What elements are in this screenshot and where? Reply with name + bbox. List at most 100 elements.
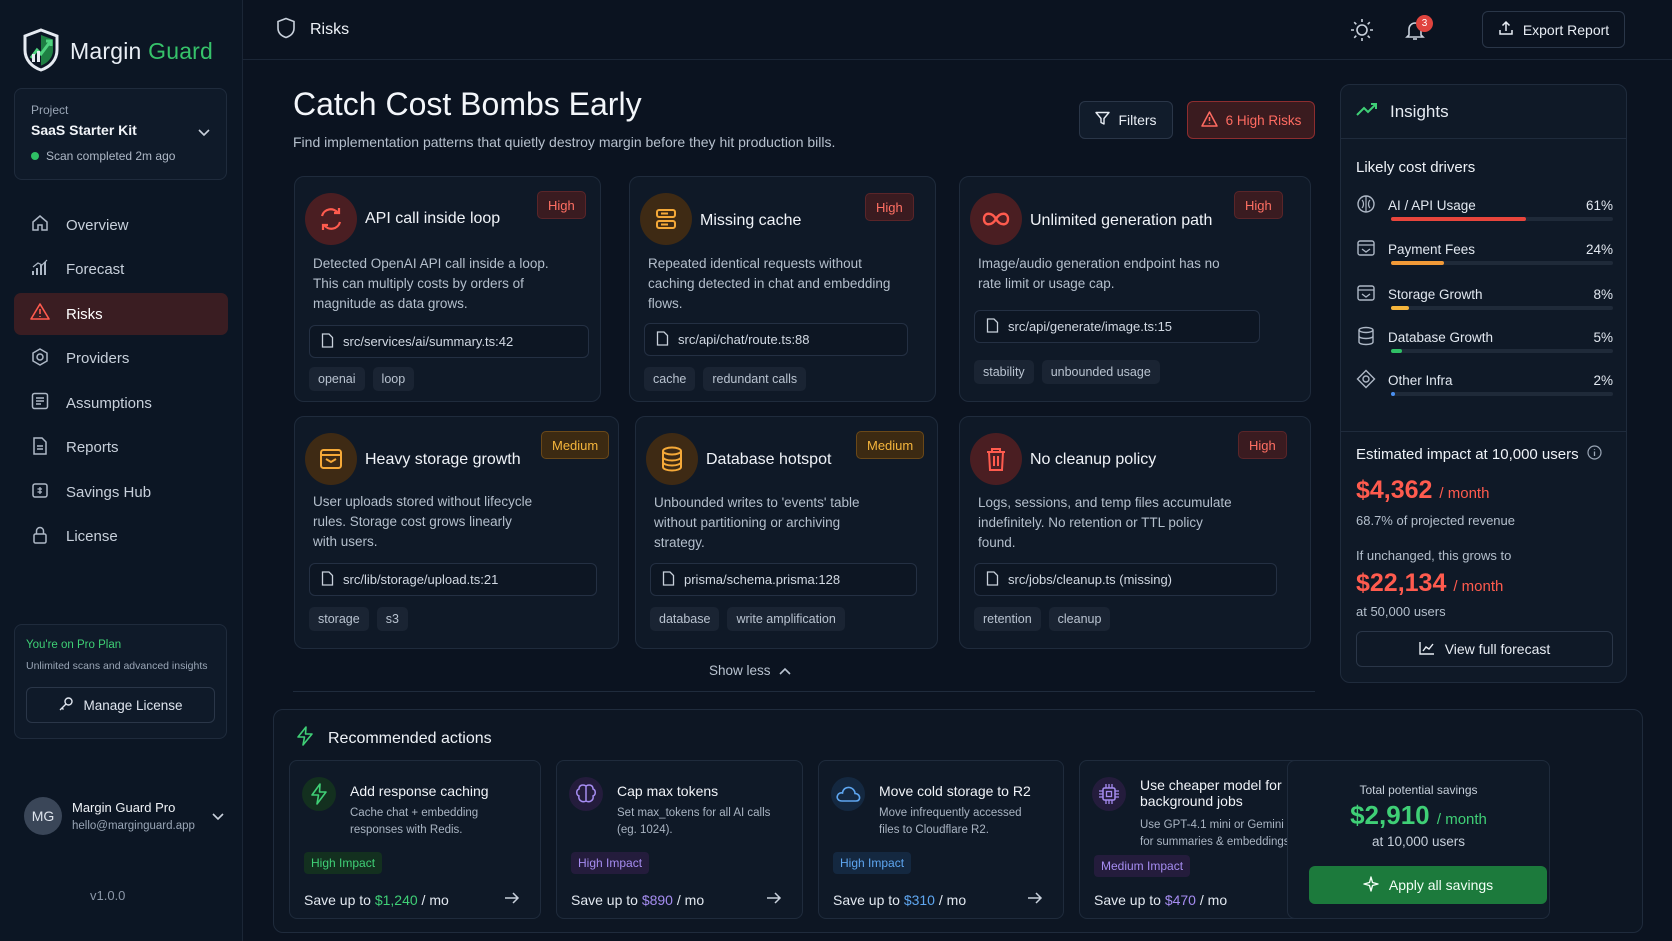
- file-reference[interactable]: src/jobs/cleanup.ts (missing): [974, 563, 1277, 596]
- file-reference[interactable]: src/lib/storage/upload.ts:21: [309, 563, 597, 596]
- file-path: src/api/generate/image.ts:15: [1008, 319, 1173, 334]
- arrow-right-icon[interactable]: [766, 891, 782, 908]
- avatar: MG: [24, 797, 62, 835]
- warning-icon: [1200, 110, 1218, 130]
- file-reference[interactable]: src/services/ai/summary.ts:42: [309, 325, 589, 358]
- info-icon[interactable]: [1587, 445, 1602, 464]
- card-icon: [1356, 238, 1376, 261]
- lock-icon: [30, 525, 50, 549]
- user-menu[interactable]: MG Margin Guard Pro hello@marginguard.ap…: [24, 797, 224, 835]
- file-reference[interactable]: src/api/chat/route.ts:88: [644, 323, 908, 356]
- risk-card-missing-cache[interactable]: Missing cache High Repeated identical re…: [629, 176, 936, 402]
- brand-name: Margin Guard: [70, 37, 214, 64]
- bar-chart-icon: [30, 258, 50, 282]
- risk-tags: storage s3: [309, 607, 408, 631]
- project-selector[interactable]: Project SaaS Starter Kit Scan completed …: [14, 88, 227, 180]
- nav-label: License: [66, 528, 118, 545]
- project-label: Project: [31, 103, 69, 117]
- nav-item-risks[interactable]: Risks: [14, 293, 228, 335]
- nav-item-providers[interactable]: Providers: [14, 338, 228, 380]
- driver-percent: 61%: [1585, 198, 1613, 213]
- arrow-right-icon[interactable]: [504, 891, 520, 908]
- risk-card-no-cleanup[interactable]: No cleanup policy High Logs, sessions, a…: [959, 416, 1311, 649]
- savings-estimate: Save up to $1,240 / mo: [304, 892, 449, 908]
- show-less-toggle[interactable]: Show less: [709, 663, 791, 678]
- providers-icon: [30, 347, 50, 371]
- scan-status: Scan completed 2m ago: [31, 149, 210, 163]
- view-full-forecast-button[interactable]: View full forecast: [1356, 631, 1613, 667]
- tag-chip: database: [650, 607, 720, 631]
- file-path: src/services/ai/summary.ts:42: [343, 334, 514, 349]
- impact-amount: $4,362: [1356, 476, 1433, 504]
- action-title: Move cold storage to R2: [879, 783, 1031, 799]
- growth-label: If unchanged, this grows to: [1356, 548, 1512, 563]
- risk-card-unlimited-generation[interactable]: Unlimited generation path High Image/aud…: [959, 176, 1311, 402]
- risk-description: Unbounded writes to 'events' table withou…: [654, 495, 860, 550]
- export-report-button[interactable]: Export Report: [1482, 11, 1625, 48]
- risk-card-api-loop[interactable]: API call inside loop High Detected OpenA…: [294, 176, 601, 402]
- cost-driver-payment-fees[interactable]: Payment Fees 24%: [1356, 238, 1613, 265]
- top-bar: Risks 3 Export Report: [243, 0, 1672, 60]
- action-description: Cache chat + embedding responses with Red…: [350, 807, 479, 836]
- file-reference[interactable]: prisma/schema.prisma:128: [650, 563, 917, 596]
- plan-subtitle: Unlimited scans and advanced insights: [26, 660, 208, 672]
- database-icon: [646, 433, 698, 485]
- action-title: Use cheaper model for background jobs: [1140, 777, 1282, 809]
- refresh-loop-icon: [305, 193, 357, 245]
- main-nav: Overview Forecast Risks Providers Assump…: [0, 204, 242, 558]
- lightning-icon: [302, 777, 336, 811]
- brand-logo[interactable]: Margin Guard: [0, 0, 242, 84]
- total-savings-unit: / month: [1436, 811, 1487, 828]
- total-savings-card: Total potential savings $2,910 / month a…: [1287, 760, 1550, 919]
- nav-item-reports[interactable]: Reports: [14, 427, 228, 469]
- risk-title: Database hotspot: [706, 451, 832, 468]
- file-icon: [986, 570, 999, 589]
- risk-card-database-hotspot[interactable]: Database hotspot Medium Unbounded writes…: [635, 416, 938, 649]
- apply-all-savings-button[interactable]: Apply all savings: [1309, 866, 1547, 904]
- file-path: src/jobs/cleanup.ts (missing): [1008, 572, 1172, 587]
- cost-driver-storage-growth[interactable]: Storage Growth 8%: [1356, 283, 1613, 310]
- theme-toggle-sun-icon[interactable]: [1350, 18, 1374, 45]
- database-icon: [1356, 326, 1376, 349]
- file-icon: [662, 570, 675, 589]
- arrow-right-icon[interactable]: [1027, 891, 1043, 908]
- driver-percent: 5%: [1593, 330, 1613, 345]
- manage-license-button[interactable]: Manage License: [26, 687, 215, 723]
- filters-button[interactable]: Filters: [1079, 101, 1173, 139]
- nav-label: Reports: [66, 439, 119, 456]
- sidebar: Margin Guard Project SaaS Starter Kit Sc…: [0, 0, 243, 941]
- action-description: Set max_tokens for all AI calls (eg. 1024…: [617, 807, 771, 836]
- nav-item-savings-hub[interactable]: Savings Hub: [14, 471, 228, 513]
- view-full-forecast-label: View full forecast: [1444, 641, 1551, 657]
- savings-icon: [30, 480, 50, 504]
- risk-card-heavy-storage[interactable]: Heavy storage growth Medium User uploads…: [294, 416, 619, 649]
- driver-percent: 24%: [1585, 242, 1613, 257]
- driver-bar-fill: [1391, 392, 1396, 396]
- file-reference[interactable]: src/api/generate/image.ts:15: [974, 310, 1260, 343]
- cost-driver-database-growth[interactable]: Database Growth 5%: [1356, 326, 1613, 353]
- cost-driver-other-infra[interactable]: Other Infra 2%: [1356, 369, 1613, 396]
- risk-title: API call inside loop: [365, 210, 501, 227]
- key-icon: [58, 696, 74, 715]
- action-card-cap-max-tokens[interactable]: Cap max tokens Set max_tokens for all AI…: [556, 760, 803, 919]
- recommended-actions-panel: Recommended actions Add response caching…: [273, 709, 1643, 933]
- nav-item-forecast[interactable]: Forecast: [14, 249, 228, 291]
- action-card-response-caching[interactable]: Add response caching Cache chat + embedd…: [289, 760, 541, 919]
- export-report-label: Export Report: [1522, 21, 1610, 38]
- file-path: prisma/schema.prisma:128: [684, 572, 841, 587]
- nav-item-assumptions[interactable]: Assumptions: [14, 382, 228, 424]
- risk-description: Repeated identical requests without cachi…: [648, 256, 891, 311]
- high-risks-button[interactable]: 6 High Risks: [1187, 101, 1315, 139]
- page-title: Catch Cost Bombs Early: [293, 86, 642, 122]
- nav-item-license[interactable]: License: [14, 516, 228, 558]
- driver-label: Database Growth: [1388, 330, 1494, 345]
- tag-chip: unbounded usage: [1041, 360, 1160, 384]
- insights-panel: Insights Likely cost drivers AI / API Us…: [1340, 84, 1627, 683]
- driver-bar: [1391, 217, 1613, 221]
- driver-label: Other Infra: [1388, 373, 1453, 388]
- nav-item-overview[interactable]: Overview: [14, 204, 228, 246]
- cost-driver-ai-api[interactable]: AI / API Usage 61%: [1356, 194, 1613, 221]
- action-card-cold-storage-r2[interactable]: Move cold storage to R2 Move infrequentl…: [818, 760, 1064, 919]
- status-dot: [31, 152, 39, 160]
- nav-label: Assumptions: [66, 394, 152, 412]
